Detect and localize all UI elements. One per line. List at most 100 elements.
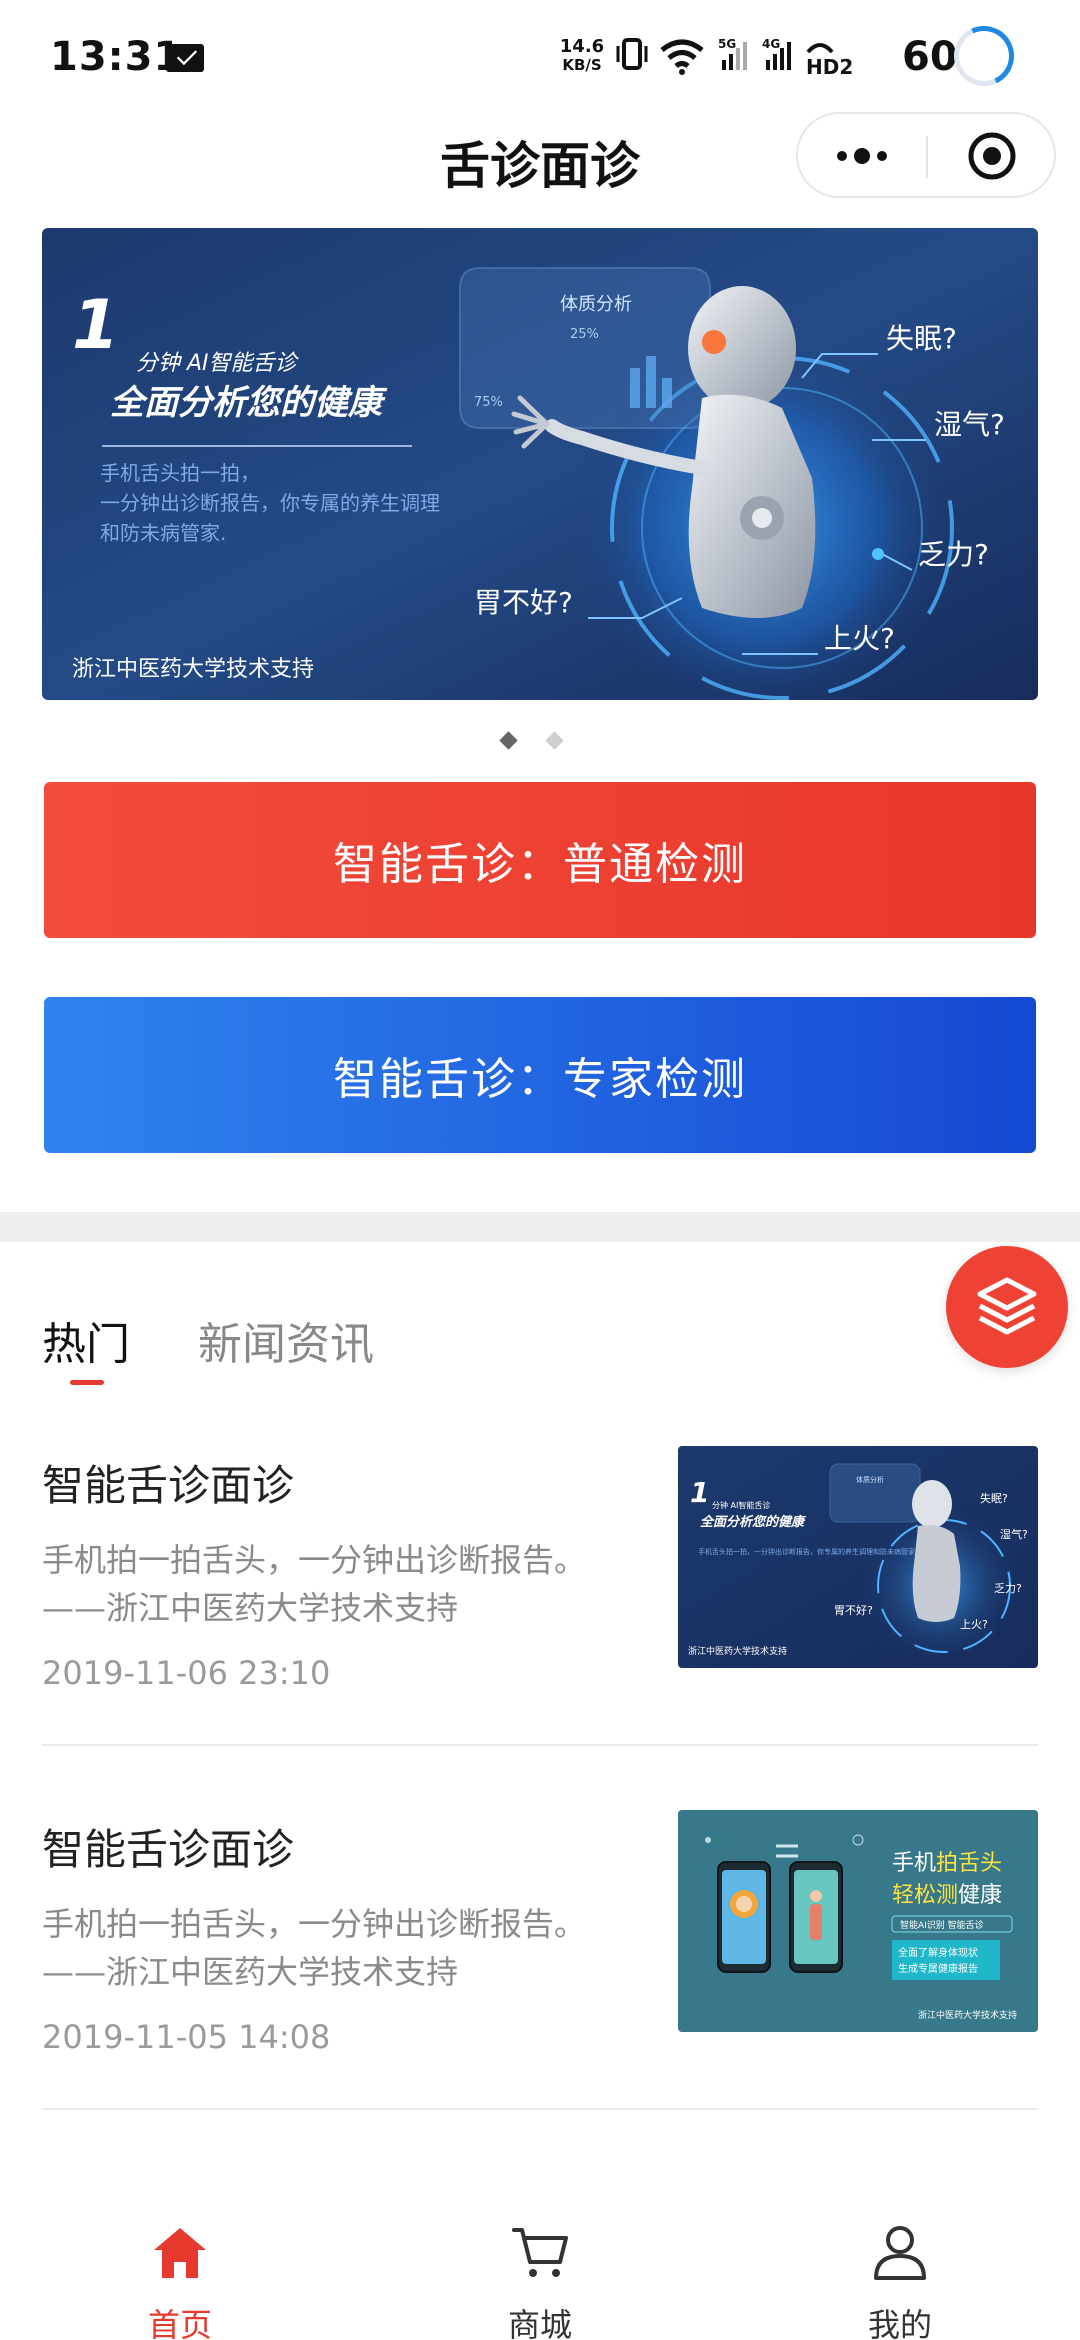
hd-icon: HD2: [806, 43, 853, 79]
svg-text:1: 1: [690, 1476, 709, 1509]
svg-text:5G: 5G: [718, 37, 736, 51]
nav-me[interactable]: 我的: [800, 2200, 1000, 2340]
svg-text:上火?: 上火?: [960, 1618, 988, 1631]
more-button[interactable]: [798, 114, 926, 198]
thumbnail-image: 体质分析 1 分钟 AI智能舌诊 全面分析您的健康 手机舌头拍一拍，一分钟出诊断…: [678, 1446, 1038, 1668]
nav-shop[interactable]: 商城: [440, 2200, 640, 2340]
svg-text:失眠?: 失眠?: [980, 1492, 1008, 1505]
home-icon: [154, 2228, 206, 2278]
svg-text:全面分析您的健康: 全面分析您的健康: [110, 383, 388, 423]
capsule-menu: [796, 112, 1056, 198]
title-bar: 舌诊面诊: [0, 112, 1080, 212]
net-speed-unit: KB/S: [562, 56, 602, 74]
status-icons: 5G 4G HD2: [616, 37, 853, 79]
svg-text:上火?: 上火?: [824, 622, 895, 655]
svg-text:4G: 4G: [762, 37, 780, 51]
svg-text:乏力?: 乏力?: [918, 538, 989, 571]
svg-text:全面分析您的健康: 全面分析您的健康: [700, 1514, 807, 1530]
article-title: 智能舌诊面诊: [42, 1825, 295, 1874]
close-target-icon: [968, 132, 1016, 180]
article-thumbnail: 体质分析 1 分钟 AI智能舌诊 全面分析您的健康 手机舌头拍一拍，一分钟出诊断…: [678, 1446, 1038, 1668]
svg-text:胃不好?: 胃不好?: [474, 586, 573, 619]
svg-text:1: 1: [72, 286, 119, 365]
section-divider: [0, 1212, 1080, 1242]
article-date: 2019-11-06 23:10: [42, 1654, 331, 1692]
banner-panel: 体质分析 25% 75%: [459, 267, 711, 429]
article-desc: 手机拍一拍舌头，一分钟出诊断报告。 ——浙江中医药大学技术支持: [42, 1900, 642, 1996]
tab-active-indicator: [70, 1380, 104, 1385]
expert-detection-button[interactable]: 智能舌诊：专家检测: [44, 997, 1036, 1153]
mail-icon: [166, 44, 204, 72]
svg-text:胃不好?: 胃不好?: [834, 1603, 873, 1617]
svg-text:乏力?: 乏力?: [994, 1582, 1022, 1595]
svg-text:体质分析: 体质分析: [856, 1475, 884, 1484]
svg-text:智能AI识别 智能舌诊: 智能AI识别 智能舌诊: [900, 1919, 984, 1931]
tab-news[interactable]: 新闻资讯: [198, 1308, 374, 1372]
banner-carousel[interactable]: 体质分析 25% 75% 1 分钟 AI智能舌诊 全面分析您的健康 手机舌头拍一…: [42, 228, 1038, 700]
nav-home-label: 首页: [147, 2306, 212, 2340]
battery-level: 60: [902, 34, 958, 80]
wifi-icon: [660, 39, 704, 75]
svg-text:25%: 25%: [570, 327, 599, 342]
article-desc-line: 手机拍一拍舌头，一分钟出诊断报告。: [42, 1905, 587, 1943]
svg-text:手机: 手机: [892, 1851, 936, 1876]
layers-icon: [977, 1277, 1037, 1335]
svg-text:生成专属健康报告: 生成专属健康报告: [898, 1962, 978, 1975]
battery-ring-icon: [945, 17, 1023, 95]
svg-text:健康: 健康: [958, 1883, 1002, 1908]
close-button[interactable]: [928, 114, 1056, 198]
article-desc: 手机拍一拍舌头，一分钟出诊断报告。 ——浙江中医药大学技术支持: [42, 1536, 642, 1632]
svg-text:轻松测: 轻松测: [892, 1883, 958, 1908]
status-time: 13:31: [50, 34, 183, 80]
net-speed-value: 14.6: [559, 36, 605, 57]
signal-5g-icon: 5G: [718, 37, 747, 70]
svg-text:一分钟出诊断报告，你专属的养生调理: 一分钟出诊断报告，你专属的养生调理: [100, 491, 440, 515]
carousel-dot-active: [499, 731, 518, 750]
banner-image: 体质分析 25% 75% 1 分钟 AI智能舌诊 全面分析您的健康 手机舌头拍一…: [42, 228, 1038, 700]
svg-text:湿气?: 湿气?: [1000, 1527, 1028, 1541]
nav-shop-label: 商城: [507, 2306, 572, 2340]
svg-text:手机舌头拍一拍，: 手机舌头拍一拍，: [100, 461, 260, 485]
svg-text:浙江中医药大学技术支持: 浙江中医药大学技术支持: [72, 657, 314, 682]
svg-text:失眠?: 失眠?: [886, 322, 957, 355]
svg-text:分钟 AI智能舌诊: 分钟 AI智能舌诊: [136, 351, 300, 376]
signal-4g-icon: 4G: [762, 37, 791, 70]
article-desc-line: ——浙江中医药大学技术支持: [42, 1589, 459, 1627]
layers-fab-button[interactable]: [946, 1246, 1068, 1368]
more-dots-icon: [837, 148, 887, 164]
cart-icon: [512, 2228, 568, 2277]
carousel-dots: [499, 731, 564, 750]
svg-text:75%: 75%: [474, 395, 503, 410]
svg-text:和防未病管家.: 和防未病管家.: [100, 521, 226, 545]
article-date: 2019-11-05 14:08: [42, 2018, 331, 2056]
carousel-dot: [545, 731, 564, 750]
svg-text:全面了解身体现状: 全面了解身体现状: [898, 1946, 978, 1959]
status-bar: 13:31 14.6 KB/S 5G 4G HD2 60: [0, 0, 1080, 112]
vibrate-icon: [616, 38, 648, 70]
tab-hot[interactable]: 热门: [42, 1308, 130, 1372]
svg-text:浙江中医药大学技术支持: 浙江中医药大学技术支持: [688, 1645, 787, 1657]
svg-text:HD2: HD2: [806, 55, 853, 79]
svg-text:浙江中医药大学技术支持: 浙江中医药大学技术支持: [918, 2009, 1017, 2021]
article-item[interactable]: 智能舌诊面诊 手机拍一拍舌头，一分钟出诊断报告。 ——浙江中医药大学技术支持 2…: [42, 1446, 1038, 1752]
bottom-nav: 首页 商城 我的: [0, 2200, 1080, 2340]
thumbnail-image: 手机 拍舌头 轻松测 健康 智能AI识别 智能舌诊 全面了解身体现状 生成专属健…: [678, 1810, 1038, 2032]
article-desc-line: ——浙江中医药大学技术支持: [42, 1953, 459, 1991]
mini-program-page: 13:31 14.6 KB/S 5G 4G HD2 60 舌诊面诊 体质分析 2…: [0, 0, 1080, 2340]
normal-detection-button[interactable]: 智能舌诊：普通检测: [44, 782, 1036, 938]
svg-text:湿气?: 湿气?: [934, 408, 1005, 441]
svg-text:拍舌头: 拍舌头: [936, 1851, 1002, 1876]
net-speed: 14.6 KB/S: [558, 36, 606, 75]
article-desc-line: 手机拍一拍舌头，一分钟出诊断报告。: [42, 1541, 587, 1579]
svg-text:手机舌头拍一拍，一分钟出诊断报告，你专属的养生调理和防未病管: 手机舌头拍一拍，一分钟出诊断报告，你专属的养生调理和防未病管家.: [698, 1547, 917, 1556]
svg-text:体质分析: 体质分析: [560, 294, 632, 315]
user-icon: [874, 2226, 926, 2280]
article-item[interactable]: 智能舌诊面诊 手机拍一拍舌头，一分钟出诊断报告。 ——浙江中医药大学技术支持 2…: [42, 1810, 1038, 2116]
svg-text:分钟 AI智能舌诊: 分钟 AI智能舌诊: [712, 1500, 770, 1510]
article-title: 智能舌诊面诊: [42, 1461, 295, 1510]
nav-me-label: 我的: [867, 2306, 932, 2340]
article-thumbnail: 手机 拍舌头 轻松测 健康 智能AI识别 智能舌诊 全面了解身体现状 生成专属健…: [678, 1810, 1038, 2032]
article-separator: [42, 2108, 1038, 2110]
nav-home[interactable]: 首页: [80, 2200, 280, 2340]
article-separator: [42, 1744, 1038, 1746]
